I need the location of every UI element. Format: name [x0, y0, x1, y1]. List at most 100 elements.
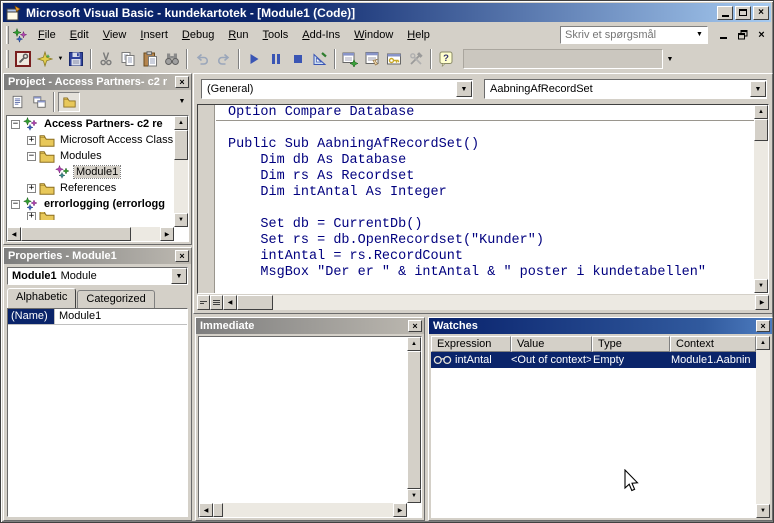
property-value-cell[interactable]: Module1 — [55, 309, 105, 324]
cut-button[interactable] — [95, 48, 117, 70]
copy-button[interactable] — [117, 48, 139, 70]
project-tree-hscrollbar[interactable]: ◀ ▶ — [7, 227, 174, 241]
redo-button[interactable] — [213, 48, 235, 70]
tree-item-clipped[interactable]: + — [7, 212, 188, 220]
watches-panel-titlebar[interactable]: Watches × — [429, 318, 772, 334]
menu-debug[interactable]: Debug — [175, 26, 221, 44]
break-button[interactable] — [265, 48, 287, 70]
menu-view[interactable]: View — [96, 26, 134, 44]
watches-list[interactable]: intAntal<Out of context>EmptyModule1.Aab… — [431, 352, 756, 518]
watches-vscrollbar[interactable]: ▲ ▼ — [756, 336, 770, 518]
menu-run[interactable]: Run — [221, 26, 255, 44]
properties-grid[interactable]: (Name) Module1 — [7, 308, 188, 517]
collapse-icon[interactable]: − — [27, 152, 36, 161]
chevron-down-icon[interactable]: ▼ — [750, 81, 766, 97]
procedure-dropdown[interactable]: AabningAfRecordSet ▼ — [484, 79, 767, 99]
chevron-down-icon[interactable]: ▼ — [692, 27, 707, 43]
expand-icon[interactable]: + — [27, 212, 36, 220]
save-button[interactable] — [65, 48, 87, 70]
object-selector-combobox[interactable]: Module1 Module ▼ — [7, 267, 188, 285]
tree-item-modules[interactable]: −Modules — [7, 148, 188, 164]
collapse-icon[interactable]: − — [11, 200, 20, 209]
properties-panel-close-button[interactable]: × — [175, 250, 189, 262]
toggle-folders-button[interactable] — [58, 92, 80, 112]
menu-window[interactable]: Window — [347, 26, 400, 44]
toolbox-button[interactable] — [405, 48, 427, 70]
property-name-cell[interactable]: (Name) — [8, 309, 55, 324]
view-microsoft-access-button[interactable] — [12, 48, 34, 70]
immediate-hscrollbar[interactable]: ◀ ▶ — [199, 503, 407, 517]
menu-addins[interactable]: Add-Ins — [295, 26, 347, 44]
paste-button[interactable] — [139, 48, 161, 70]
tree-item-microsoft-access-class[interactable]: +Microsoft Access Class — [7, 132, 188, 148]
menu-file[interactable]: File — [31, 26, 63, 44]
project-panel-titlebar[interactable]: Project - Access Partners- c2 r × — [4, 74, 191, 90]
child-restore-button[interactable] — [735, 28, 750, 42]
close-button[interactable]: × — [753, 6, 769, 20]
watches-column-header-expression[interactable]: Expression — [431, 336, 511, 352]
tree-item-references[interactable]: +References — [7, 180, 188, 196]
tree-item-errorlogging-errorlogg[interactable]: −errorlogging (errorlogg — [7, 196, 188, 212]
tree-item-module1[interactable]: Module1 — [7, 164, 188, 180]
expand-icon[interactable]: + — [27, 184, 36, 193]
view-code-button[interactable] — [6, 92, 28, 112]
view-object-button[interactable] — [28, 92, 50, 112]
immediate-panel-close-button[interactable]: × — [408, 320, 422, 332]
vba-project-icon — [23, 117, 39, 131]
chevron-down-icon[interactable]: ▼ — [456, 81, 472, 97]
question-input[interactable] — [561, 29, 692, 41]
tab-alphabetic[interactable]: Alphabetic — [7, 288, 76, 308]
margin-indicator-bar[interactable] — [198, 105, 215, 293]
watches-column-header-value[interactable]: Value — [511, 336, 592, 352]
toolbar-grip[interactable] — [6, 50, 9, 68]
menubar-grip[interactable] — [6, 26, 9, 44]
find-button[interactable] — [161, 48, 183, 70]
project-tree[interactable]: −Access Partners- c2 re+Microsoft Access… — [6, 115, 189, 242]
watches-column-header-type[interactable]: Type — [592, 336, 670, 352]
menu-tools[interactable]: Tools — [256, 26, 296, 44]
project-panel-close-button[interactable]: × — [175, 76, 189, 88]
code-hscrollbar[interactable]: ◀ ▶ — [223, 295, 769, 310]
run-sub-button[interactable] — [243, 48, 265, 70]
module-sparkle-icon[interactable] — [12, 27, 28, 43]
code-vscrollbar[interactable]: ▲ ▼ — [754, 105, 768, 293]
child-minimize-button[interactable] — [716, 28, 731, 42]
code-editor[interactable]: Option Compare Database Public Sub Aabni… — [197, 104, 769, 294]
project-tree-vscrollbar[interactable]: ▲ ▼ — [174, 116, 188, 227]
watch-row[interactable]: intAntal<Out of context>EmptyModule1.Aab… — [431, 352, 756, 368]
watches-column-header-context[interactable]: Context — [670, 336, 756, 352]
minimize-button[interactable] — [717, 6, 733, 20]
procedure-view-button[interactable] — [197, 295, 210, 310]
toolbar-overflow-icon[interactable]: ▼ — [663, 48, 677, 70]
immediate-vscrollbar[interactable]: ▲ ▼ — [407, 337, 421, 503]
panel-toolbar-overflow-icon[interactable]: ▼ — [175, 91, 189, 113]
object-browser-button[interactable] — [383, 48, 405, 70]
properties-panel-titlebar[interactable]: Properties - Module1 × — [4, 248, 191, 264]
collapse-icon[interactable]: − — [11, 120, 20, 129]
menu-help[interactable]: Help — [400, 26, 437, 44]
menu-insert[interactable]: Insert — [133, 26, 175, 44]
properties-window-button[interactable] — [361, 48, 383, 70]
design-mode-button[interactable] — [309, 48, 331, 70]
watches-panel-close-button[interactable]: × — [756, 320, 770, 332]
menu-edit[interactable]: Edit — [63, 26, 96, 44]
chevron-down-icon[interactable]: ▼ — [56, 48, 65, 70]
reset-button[interactable] — [287, 48, 309, 70]
object-dropdown[interactable]: (General) ▼ — [201, 79, 473, 99]
question-combobox[interactable]: ▼ — [560, 26, 708, 44]
full-module-view-button[interactable] — [210, 295, 223, 310]
immediate-content[interactable]: ▲ ▼ ◀ ▶ — [198, 336, 422, 518]
child-close-button[interactable]: × — [754, 28, 769, 42]
vba-project-icon — [23, 197, 39, 211]
tree-item-access-partners-c2-re[interactable]: −Access Partners- c2 re — [7, 116, 188, 132]
tab-categorized[interactable]: Categorized — [77, 290, 154, 308]
project-explorer-button[interactable] — [339, 48, 361, 70]
help-button[interactable]: ? — [435, 48, 457, 70]
immediate-panel-titlebar[interactable]: Immediate × — [196, 318, 424, 334]
undo-button[interactable] — [191, 48, 213, 70]
expand-icon[interactable]: + — [27, 136, 36, 145]
insert-module-button[interactable] — [34, 48, 56, 70]
maximize-button[interactable] — [735, 6, 751, 20]
chevron-down-icon[interactable]: ▼ — [171, 268, 187, 284]
property-row[interactable]: (Name) Module1 — [8, 309, 187, 325]
